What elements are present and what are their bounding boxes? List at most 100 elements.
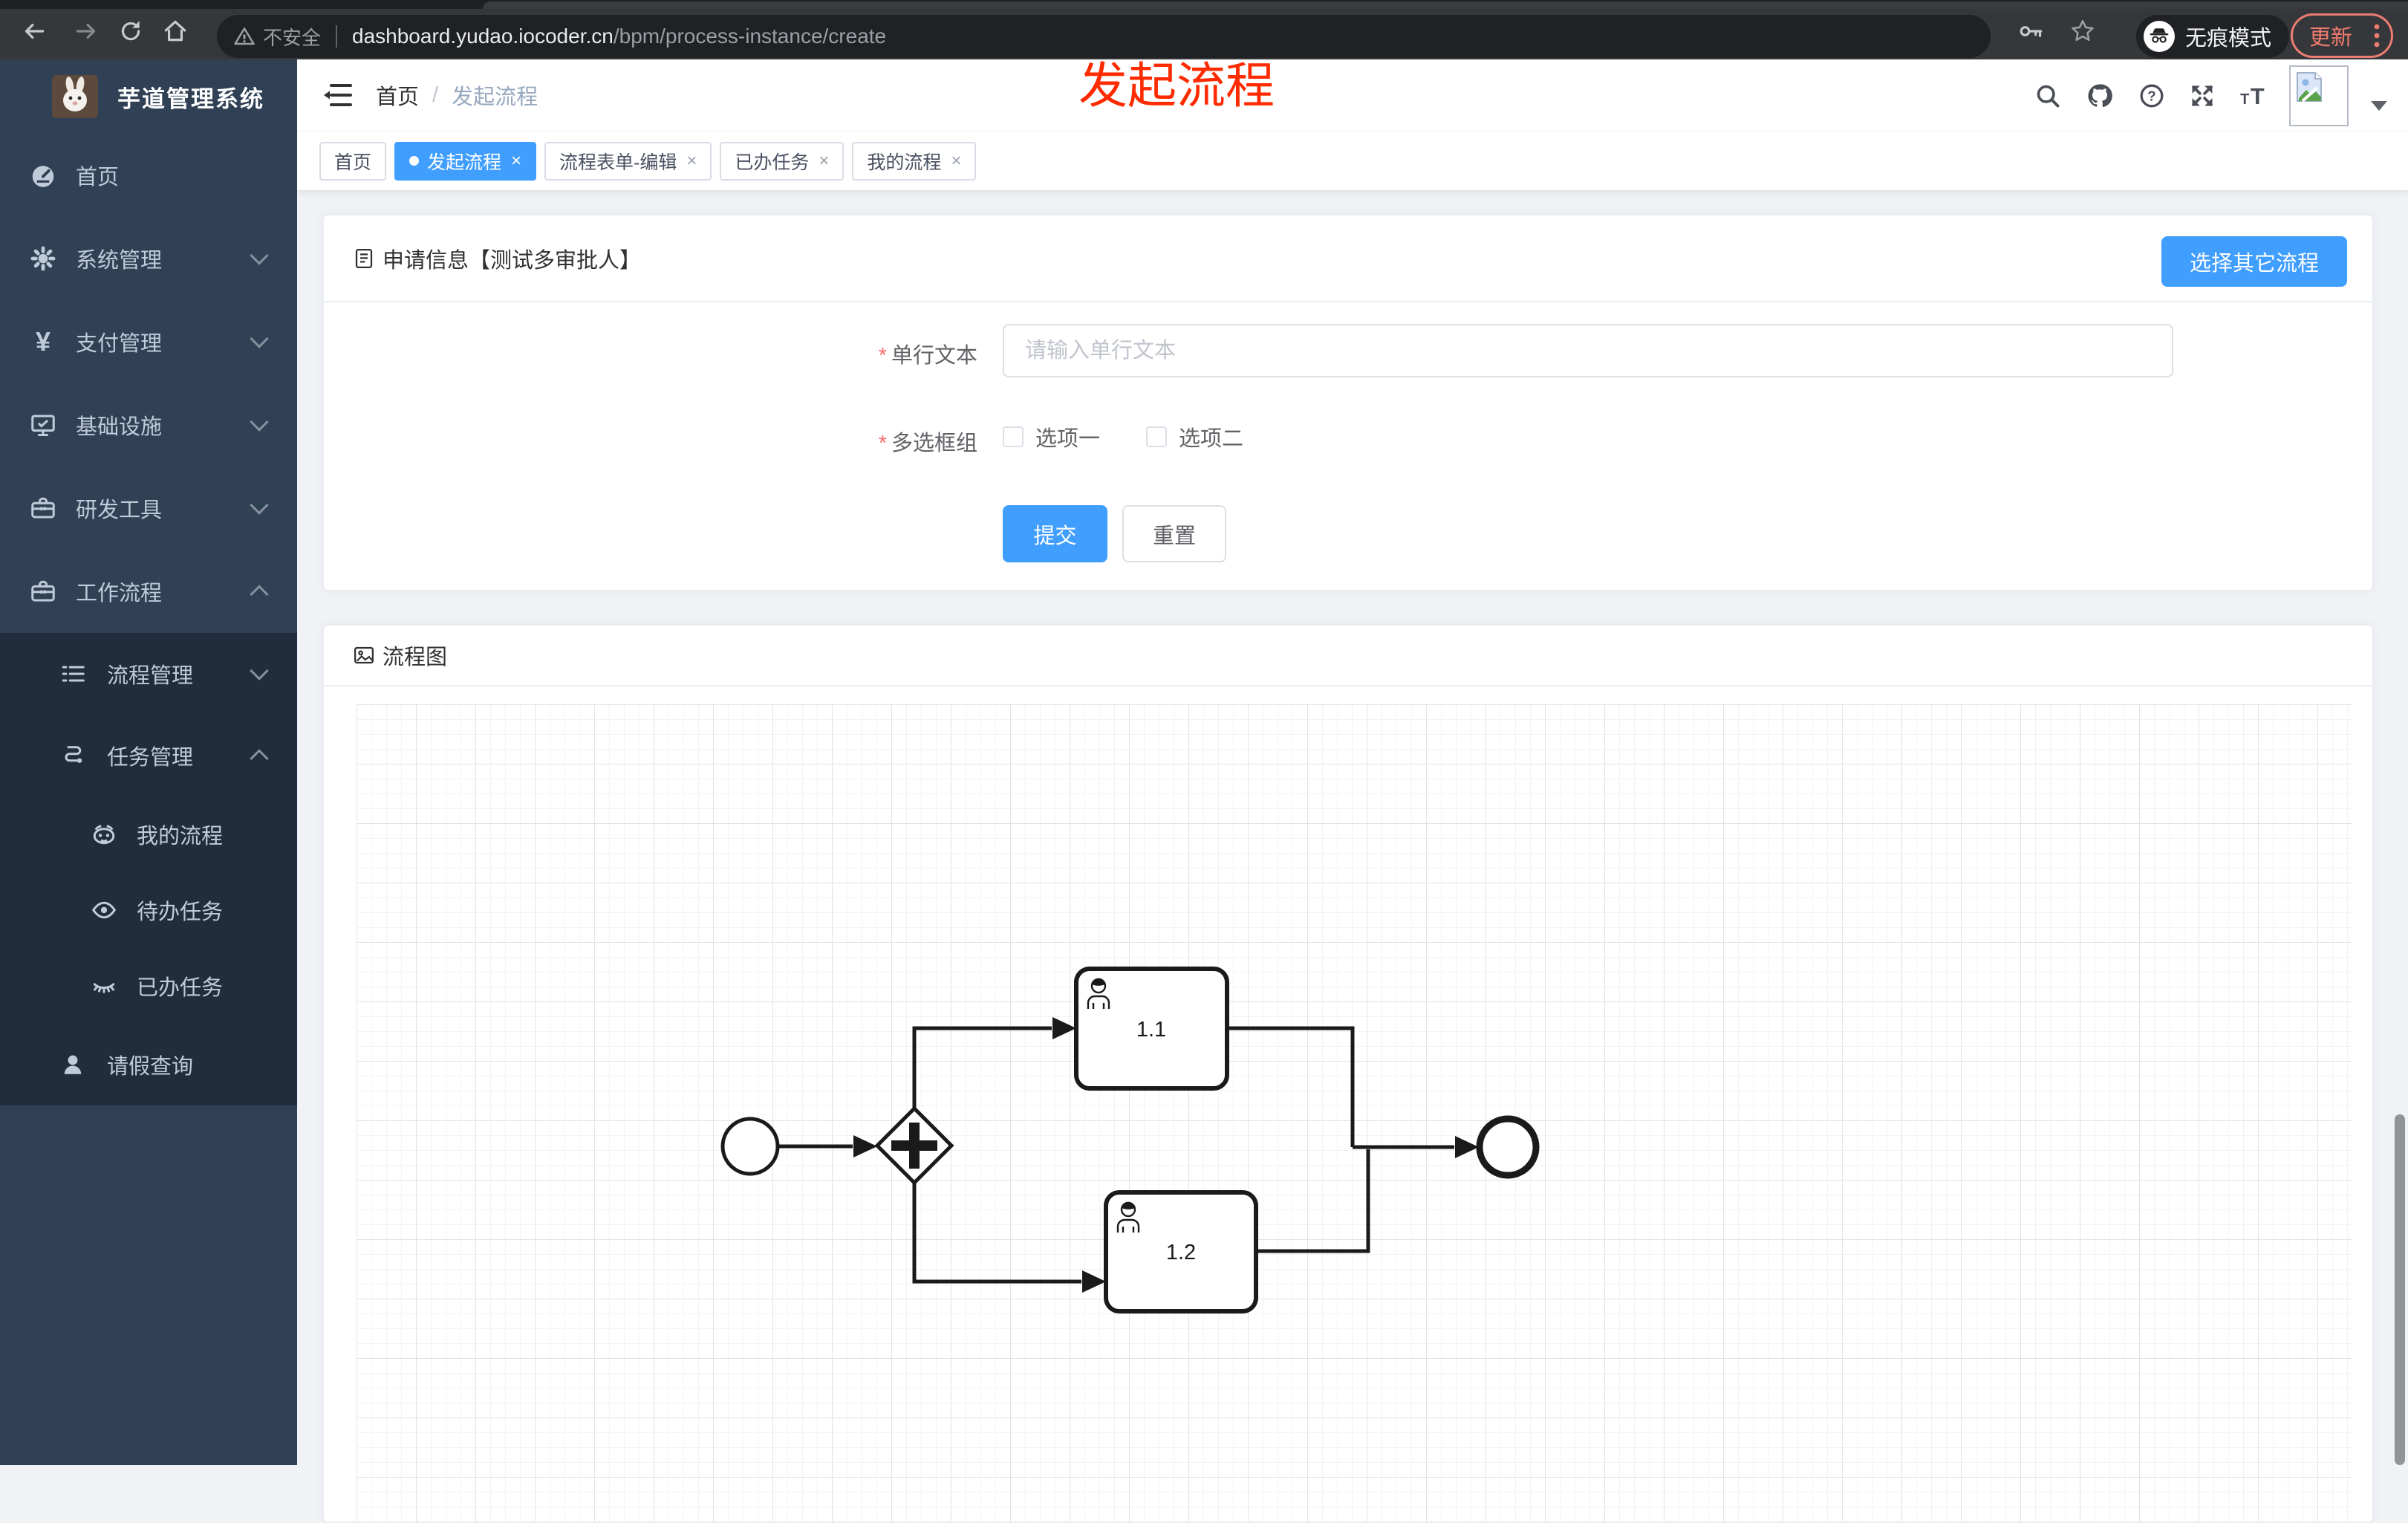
sidebar-item-system[interactable]: 系统管理: [0, 217, 297, 300]
submit-button[interactable]: 提交: [1003, 505, 1107, 562]
tab-done-tasks[interactable]: 已办任务 ×: [720, 141, 845, 181]
password-manager-button[interactable]: [2017, 16, 2047, 46]
app-title: 芋道管理系统: [117, 85, 264, 112]
done-eye-icon: [93, 983, 115, 993]
sidebar-item-label: 待办任务: [137, 900, 224, 924]
chevron-down-icon: [250, 246, 269, 265]
sidebar: 芋道管理系统 首页 系统管理 ¥ 支付管理 基础设施 研发工具 工作流程 流程管…: [0, 59, 297, 1465]
search-icon: [2037, 85, 2060, 108]
reload-icon: [121, 21, 140, 41]
bookmark-button[interactable]: [2068, 16, 2098, 46]
site-security[interactable]: 不安全: [233, 23, 321, 51]
bpmn-user-task-1[interactable]: 1.1: [1074, 967, 1229, 1091]
sidebar-item-devtools[interactable]: 研发工具: [0, 467, 297, 550]
apply-info-card-header: 申请信息【测试多审批人】: [324, 215, 2372, 302]
form-actions: 提交 重置: [1003, 505, 1226, 562]
process-list-icon: [62, 666, 85, 682]
task-label: 1.2: [1166, 1241, 1196, 1264]
required-mark: *: [878, 344, 887, 368]
sidebar-item-label: 研发工具: [76, 499, 163, 522]
select-other-process-button[interactable]: 选择其它流程: [2161, 236, 2347, 287]
process-diagram-card: 流程图 1.1 1.2: [322, 624, 2374, 1523]
tab-home[interactable]: 首页: [319, 141, 387, 181]
yen-icon: ¥: [36, 328, 51, 355]
chevron-up-icon: [250, 585, 269, 604]
checkbox-option-2-label[interactable]: 选项二: [1179, 421, 1243, 452]
avatar-dropdown-caret[interactable]: [2371, 101, 2387, 111]
header-help-button[interactable]: ?: [2136, 80, 2167, 111]
sidebar-item-home[interactable]: 首页: [0, 134, 297, 217]
reset-button[interactable]: 重置: [1122, 505, 1226, 562]
browser-forward-button[interactable]: [71, 16, 101, 46]
header-fullscreen-button[interactable]: [2187, 80, 2218, 111]
single-line-text-input[interactable]: [1003, 324, 2173, 377]
browser-back-button[interactable]: [19, 16, 49, 46]
bpmn-end-event[interactable]: [1476, 1115, 1540, 1179]
sidebar-item-payment[interactable]: ¥ 支付管理: [0, 300, 297, 383]
sidebar-item-todo-tasks[interactable]: 待办任务: [0, 872, 297, 948]
chevron-down-icon: [250, 661, 269, 681]
bpmn-canvas[interactable]: 1.1 1.2: [357, 704, 2352, 1522]
checkbox-option-1-label[interactable]: 选项一: [1035, 421, 1100, 452]
close-icon[interactable]: ×: [686, 152, 697, 170]
todo-eye-icon: [91, 901, 117, 919]
header-search-button[interactable]: [2032, 80, 2063, 111]
breadcrumb-home[interactable]: 首页: [376, 79, 419, 111]
bpmn-parallel-gateway[interactable]: [874, 1105, 954, 1186]
active-tab-dot: [409, 156, 420, 166]
svg-text:?: ?: [2147, 88, 2155, 104]
image-icon: [354, 646, 374, 664]
home-icon: [164, 20, 186, 42]
svg-text:¥: ¥: [36, 328, 51, 355]
sidebar-item-label: 任务管理: [107, 746, 194, 770]
sidebar-item-label: 基础设施: [76, 415, 163, 439]
user-avatar[interactable]: [2289, 65, 2349, 126]
sidebar-logo[interactable]: 芋道管理系统: [0, 59, 297, 134]
field-label-text: * 单行文本: [878, 344, 977, 368]
sidebar-item-task-mgmt[interactable]: 任务管理: [0, 715, 297, 796]
browser-home-button[interactable]: [160, 16, 190, 46]
sidebar-item-done-tasks[interactable]: 已办任务: [0, 948, 297, 1024]
tab-start-process[interactable]: 发起流程 ×: [394, 141, 537, 181]
browser-menu-icon[interactable]: [2373, 21, 2381, 51]
back-icon: [25, 23, 45, 39]
bpmn-user-task-2[interactable]: 1.2: [1104, 1190, 1258, 1313]
card-title: 流程图: [383, 646, 448, 669]
browser-active-tab: [483, 1, 2408, 9]
security-label: 不安全: [263, 26, 322, 49]
sidebar-item-label: 支付管理: [76, 332, 163, 356]
browser-update-button[interactable]: 更新: [2291, 13, 2393, 58]
url-divider: [336, 25, 338, 48]
incognito-label: 无痕模式: [2185, 27, 2272, 51]
field-label-checkbox: * 多选框组: [878, 432, 977, 455]
svg-text:T: T: [2240, 91, 2249, 108]
sidebar-item-leave-query[interactable]: 请假查询: [0, 1024, 297, 1105]
header-fontsize-button[interactable]: TT: [2237, 80, 2268, 111]
tab-my-process[interactable]: 我的流程 ×: [852, 141, 977, 181]
sidebar-collapse-button[interactable]: [322, 79, 355, 111]
browser-reload-button[interactable]: [116, 16, 146, 46]
my-process-icon: [93, 825, 115, 845]
close-icon[interactable]: ×: [819, 152, 829, 170]
tab-process-form-edit[interactable]: 流程表单-编辑 ×: [544, 141, 712, 181]
sidebar-item-workflow[interactable]: 工作流程: [0, 550, 297, 633]
close-icon[interactable]: ×: [951, 152, 961, 170]
sidebar-item-process-mgmt[interactable]: 流程管理: [0, 633, 297, 715]
checkbox-option-2[interactable]: [1146, 426, 1168, 447]
page-scrollbar-thumb[interactable]: [2395, 1114, 2405, 1465]
task-label: 1.1: [1136, 1018, 1166, 1042]
url-path: /bpm/process-instance/create: [613, 25, 887, 48]
checkbox-option-1[interactable]: [1003, 426, 1024, 447]
sidebar-item-infra[interactable]: 基础设施: [0, 383, 297, 467]
bpmn-start-event[interactable]: [720, 1117, 780, 1176]
sidebar-item-my-process[interactable]: 我的流程: [0, 796, 297, 872]
breadcrumb-separator: /: [432, 82, 439, 107]
hamburger-icon: [324, 84, 352, 106]
apply-info-card: 申请信息【测试多审批人】 选择其它流程 *单行文本 *多选框组 选项一 选项二 …: [322, 214, 2374, 591]
close-icon[interactable]: ×: [511, 152, 521, 170]
app-header: 首页 / 发起流程 ? TT: [297, 59, 2408, 131]
process-diagram-card-header: 流程图: [324, 626, 2372, 686]
header-github-button[interactable]: [2084, 80, 2115, 111]
task-flow-icon: [65, 746, 82, 763]
sidebar-item-label: 系统管理: [76, 249, 163, 273]
